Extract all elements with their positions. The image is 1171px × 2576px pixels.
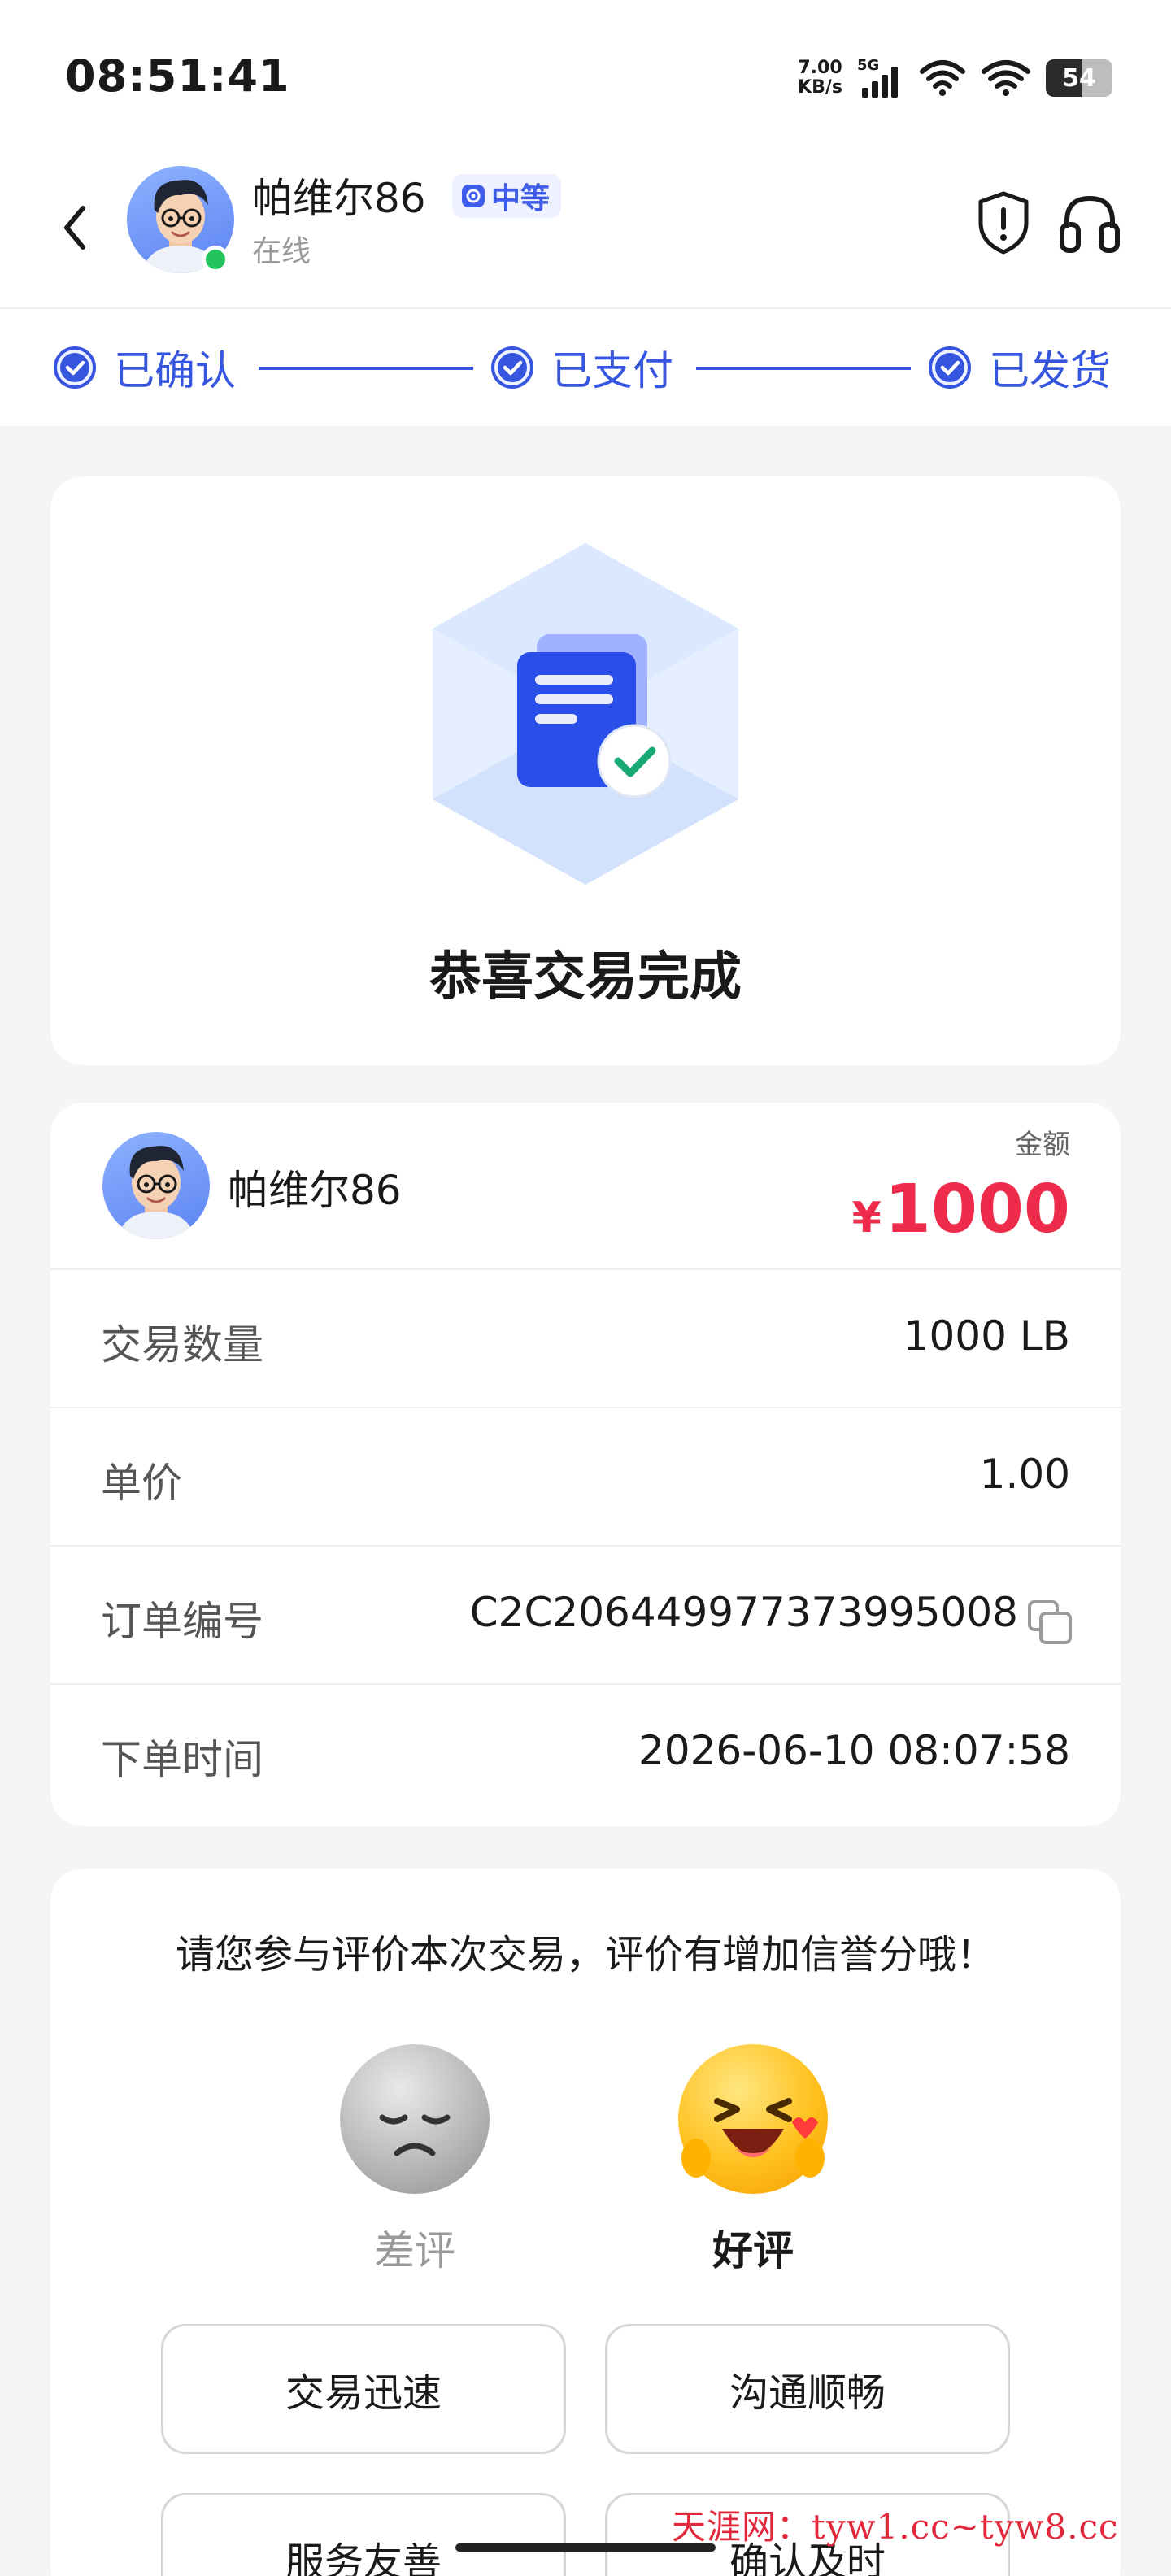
happy-face-icon [681,2098,825,2178]
seller-name: 帕维尔86 [228,1167,402,1214]
level-shield-icon [462,185,485,207]
progress-connector [696,367,911,370]
order-id-value: C2C206449977373995008 [469,1589,1018,1636]
chat-header: 帕维尔86 中等 在线 [0,146,1171,309]
document-check-icon [433,543,738,885]
copy-icon [1028,1600,1072,1644]
avatar-illustration-icon [117,1146,195,1239]
review-card: 请您参与评价本次交易，评价有增加信誉分哦！ 差评 好评 交易迅速 沟通顺畅 服务… [50,1869,1121,2576]
wifi-icon [919,59,966,98]
check-circle-icon [929,346,971,389]
battery-icon: 54 [1046,59,1112,97]
level-badge: 中等 [452,174,562,218]
amount-value: 1000 [884,1171,1070,1248]
chat-username: 帕维尔86 [252,175,426,222]
headset-icon [1060,195,1120,253]
good-review-label: 好评 [712,2227,794,2274]
back-button[interactable] [50,195,99,260]
detail-row-order-id: 订单编号 C2C206449977373995008 [50,1545,1121,1683]
detail-row-label: 单价 [101,1460,182,1507]
detail-row-label: 下单时间 [101,1736,263,1783]
order-amount: ¥1000 [852,1171,1070,1257]
progress-step-label: 已支付 [551,347,673,394]
detail-row-value: 1.00 [979,1451,1070,1498]
home-indicator[interactable] [455,2543,716,2552]
status-icons: 7.00 KB/s 5G 54 [798,54,1112,102]
online-status-text: 在线 [252,235,311,268]
detail-row-label: 订单编号 [101,1598,263,1645]
detail-row-value: 2026-06-10 08:07:58 [638,1727,1070,1774]
cellular-signal-icon: 5G [857,57,904,99]
progress-step: 已发货 [927,342,1111,394]
net-speed-value: 7.00 [798,58,842,78]
detail-row-value: 1000 LB [903,1312,1070,1360]
order-detail-card: 帕维尔86 金额 ¥1000 交易数量 1000 LB 单价 1.00 订单编号… [50,1103,1121,1826]
progress-step: 已确认 [52,342,236,394]
currency-symbol: ¥ [851,1194,882,1242]
wifi-icon-secondary [981,59,1031,98]
battery-body: 54 [1046,59,1112,97]
review-tag-button[interactable]: 交易迅速 [161,2324,566,2454]
report-button[interactable] [973,189,1034,257]
customer-service-button[interactable] [1057,189,1122,257]
seller-avatar[interactable] [102,1132,210,1239]
good-review-button[interactable] [678,2044,828,2194]
review-prompt: 请您参与评价本次交易，评价有增加信誉分哦！ [175,1932,995,1978]
detail-row-label: 交易数量 [101,1321,263,1368]
progress-step-label: 已确认 [114,347,236,394]
network-type: 5G [857,57,879,74]
sad-face-icon [379,2114,451,2156]
progress-connector [259,367,473,370]
check-circle-icon [54,346,96,389]
check-circle-icon [491,346,533,389]
net-speed-unit: KB/s [798,77,842,98]
bad-review-label: 差评 [374,2227,455,2274]
progress-step: 已支付 [490,342,673,394]
chevron-left-icon [64,206,85,250]
status-time: 08:51:41 [65,50,290,102]
bad-review-button[interactable] [340,2044,490,2194]
order-progress: 已确认 已支付 已发货 [0,312,1171,426]
watermark-text: 天涯网：tyw1.cc~tyw8.cc [672,2507,1119,2547]
progress-step-label: 已发货 [989,347,1111,394]
detail-row-order-time: 下单时间 2026-06-10 08:07:58 [50,1683,1121,1821]
status-bar: 08:51:41 7.00 KB/s 5G 54 [0,0,1171,146]
battery-level-text: 54 [1062,63,1096,93]
success-title: 恭喜交易完成 [429,947,742,1007]
shield-alert-icon [978,191,1029,255]
detail-row-quantity: 交易数量 1000 LB [50,1268,1121,1407]
net-speed: 7.00 KB/s [798,59,842,98]
detail-row-unit-price: 单价 1.00 [50,1407,1121,1545]
level-text: 中等 [491,182,551,215]
review-tag-button[interactable]: 沟通顺畅 [605,2324,1010,2454]
online-status-dot [202,246,229,273]
copy-order-id-button[interactable] [1026,1599,1073,1646]
success-card: 恭喜交易完成 [50,476,1121,1065]
amount-label: 金额 [1015,1129,1070,1161]
review-tag-button[interactable]: 服务友善 [161,2493,566,2576]
